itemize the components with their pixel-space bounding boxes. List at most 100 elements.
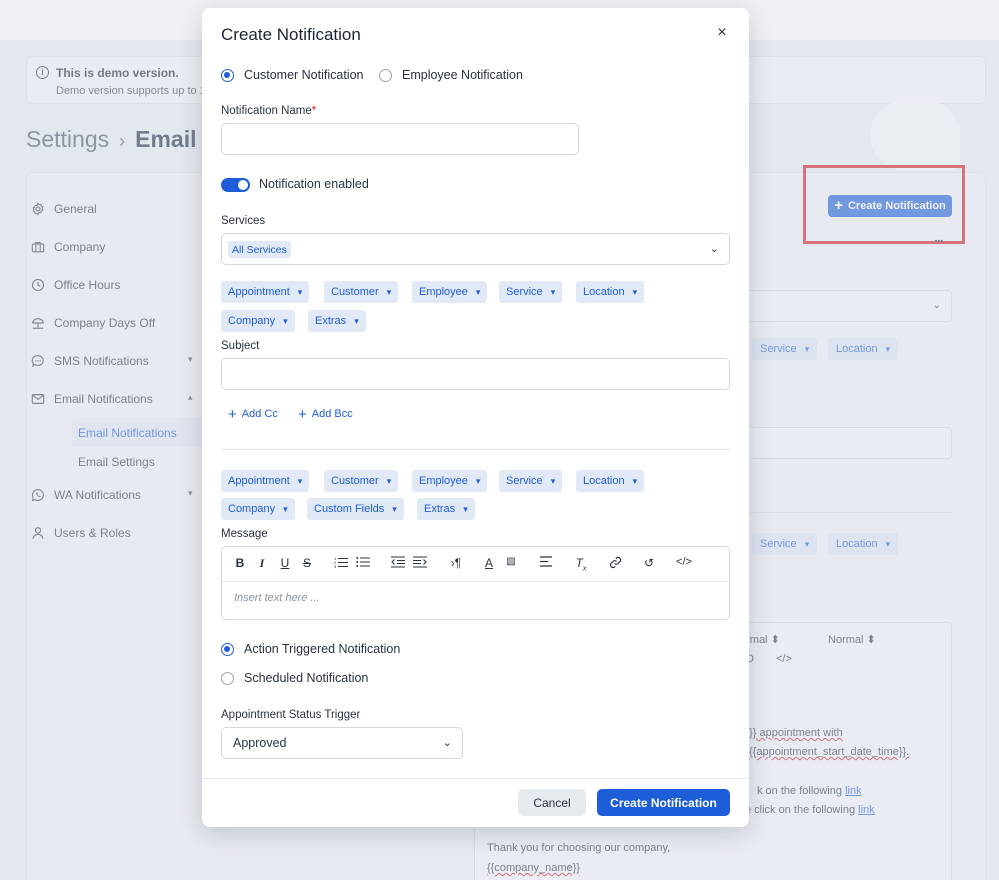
radio-scheduled[interactable]: Scheduled Notification (221, 671, 368, 685)
services-label: Services (221, 215, 266, 227)
code-view-icon[interactable]: </> (672, 556, 696, 568)
placeholder-chip-appointment[interactable]: Appointment ▾ (221, 281, 310, 303)
radio-customer-notification[interactable]: Customer Notification (221, 68, 364, 82)
font-color-icon[interactable]: A (481, 556, 497, 570)
chip-label: Employee (419, 475, 468, 487)
status-trigger-label: Appointment Status Trigger (221, 709, 361, 721)
radio-label: Scheduled Notification (244, 671, 369, 685)
notification-enabled-toggle[interactable] (221, 178, 250, 192)
link-icon[interactable] (607, 556, 623, 572)
status-trigger-select[interactable]: Approved ⌄ (221, 727, 463, 759)
chip-label: Employee (419, 286, 468, 298)
editor-placeholder[interactable]: Insert text here ... (234, 592, 320, 604)
placeholder-chip-custom-fields[interactable]: Custom Fields ▾ (307, 498, 404, 520)
chevron-down-icon: ▾ (392, 503, 397, 514)
chevron-down-icon: ▾ (297, 286, 303, 297)
chevron-down-icon: ▾ (354, 315, 359, 326)
placeholder-chip-employee[interactable]: Employee ▾ (412, 281, 488, 303)
placeholder-chip-company[interactable]: Company ▾ (221, 310, 295, 332)
plus-icon: + (228, 405, 237, 423)
chevron-down-icon: ▾ (297, 475, 303, 486)
add-cc-label: Add Cc (241, 408, 278, 420)
radio-employee-notification[interactable]: Employee Notification (379, 68, 523, 82)
placeholder-chip-service[interactable]: Service ▾ (499, 470, 563, 492)
message-editor[interactable]: B I U S 123 ›¶ A ▧ Tx ↺ </> Insert text … (221, 546, 730, 620)
status-trigger-value: Approved (233, 736, 287, 750)
subject-label: Subject (221, 340, 260, 352)
close-icon[interactable]: × (714, 25, 730, 41)
placeholder-chip-location[interactable]: Location ▾ (576, 281, 645, 303)
placeholder-chip-customer[interactable]: Customer ▾ (324, 470, 399, 492)
chip-label: Service (506, 475, 543, 487)
create-notification-submit-button[interactable]: Create Notification (597, 789, 730, 816)
radio-unselected-icon (221, 671, 234, 685)
placeholder-chip-service[interactable]: Service ▾ (499, 281, 563, 303)
undo-icon[interactable]: ↺ (641, 556, 657, 570)
chevron-down-icon: ▾ (550, 475, 556, 486)
svg-text:3: 3 (334, 564, 337, 568)
radio-action-triggered[interactable]: Action Triggered Notification (221, 642, 400, 656)
placeholder-chip-extras[interactable]: Extras ▾ (308, 310, 366, 332)
radio-unselected-icon (379, 68, 392, 82)
notification-name-label: Notification Name* (221, 105, 317, 117)
add-bcc-label: Add Bcc (311, 408, 353, 420)
notification-name-input[interactable] (221, 123, 579, 155)
chip-label: Customer (331, 475, 379, 487)
clear-format-icon[interactable]: Tx (573, 556, 589, 572)
align-icon[interactable] (538, 556, 554, 570)
chevron-down-icon: ▾ (475, 475, 481, 486)
message-label: Message (221, 528, 268, 540)
editor-toolbar: B I U S 123 ›¶ A ▧ Tx ↺ </> (222, 547, 729, 582)
radio-selected-icon (221, 68, 234, 82)
add-cc-button[interactable]: + Add Cc (228, 405, 278, 423)
divider (221, 449, 730, 450)
chevron-down-icon: ▾ (386, 286, 392, 297)
plus-icon: + (298, 405, 307, 423)
chevron-down-icon: ▾ (463, 503, 468, 514)
radio-label: Employee Notification (402, 68, 523, 82)
modal-title: Create Notification (221, 25, 361, 44)
chip-label: Service (506, 286, 543, 298)
text-direction-icon[interactable]: ›¶ (448, 556, 464, 570)
underline-icon[interactable]: U (277, 556, 293, 570)
chip-label: Appointment (228, 286, 290, 298)
chevron-down-icon: ▾ (386, 475, 392, 486)
placeholder-chip-customer[interactable]: Customer ▾ (324, 281, 399, 303)
chip-label: Extras (315, 315, 347, 327)
placeholder-chip-location[interactable]: Location ▾ (576, 470, 645, 492)
bold-icon[interactable]: B (232, 556, 248, 570)
subject-input[interactable] (221, 358, 730, 390)
placeholder-chip-extras[interactable]: Extras ▾ (417, 498, 475, 520)
chip-label: Location (583, 475, 625, 487)
placeholder-chip-appointment[interactable]: Appointment ▾ (221, 470, 310, 492)
italic-icon[interactable]: I (254, 556, 270, 571)
chevron-down-icon: ⌄ (442, 737, 452, 749)
radio-label: Customer Notification (244, 68, 364, 82)
chip-label: Company (228, 503, 276, 515)
chip-label: Extras (424, 503, 456, 515)
indent-icon[interactable] (412, 556, 428, 571)
bullet-list-icon[interactable] (355, 556, 371, 571)
chip-label: Company (228, 315, 276, 327)
chevron-down-icon: ⌄ (709, 243, 719, 255)
outdent-icon[interactable] (390, 556, 406, 571)
chevron-down-icon: ▾ (283, 503, 288, 514)
create-notification-modal: Create Notification × Customer Notificat… (202, 8, 749, 827)
highlight-color-icon[interactable]: ▧ (503, 556, 519, 567)
services-tag[interactable]: All Services (228, 241, 291, 258)
strikethrough-icon[interactable]: S (299, 556, 315, 570)
radio-selected-icon (221, 642, 234, 656)
placeholder-chip-employee[interactable]: Employee ▾ (412, 470, 488, 492)
ordered-list-icon[interactable]: 123 (333, 556, 349, 571)
placeholder-chip-company[interactable]: Company ▾ (221, 498, 295, 520)
chevron-down-icon: ▾ (283, 315, 288, 326)
services-select[interactable]: All Services ⌄ (221, 233, 730, 265)
add-bcc-button[interactable]: + Add Bcc (298, 405, 353, 423)
chevron-down-icon: ▾ (550, 286, 556, 297)
modal-footer-divider (202, 778, 749, 779)
chevron-down-icon: ▾ (632, 475, 638, 486)
notification-enabled-label: Notification enabled (259, 177, 369, 191)
cancel-button[interactable]: Cancel (518, 789, 586, 816)
chevron-down-icon: ▾ (475, 286, 481, 297)
chip-label: Appointment (228, 475, 290, 487)
